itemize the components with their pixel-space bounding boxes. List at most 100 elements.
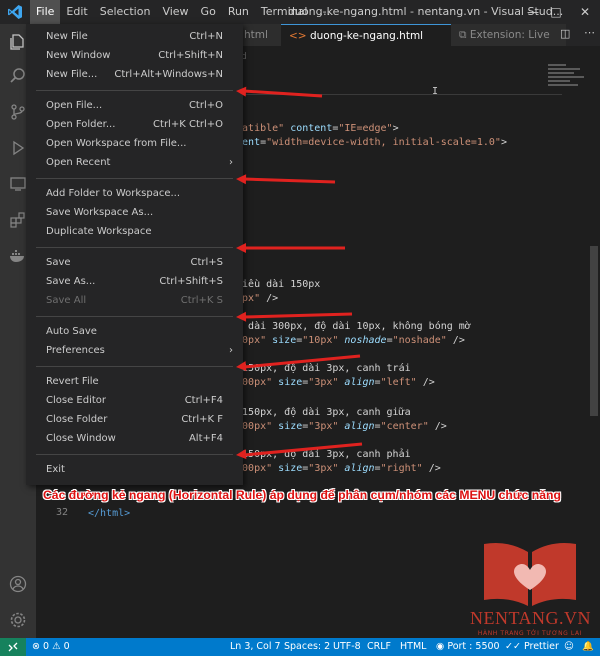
menu-item-revert-file[interactable]: Revert File [26,373,243,391]
tab-extension-live-server[interactable]: ⧉ Extension: Live Server [451,24,566,63]
menu-separator [36,178,233,179]
maximize-button[interactable]: □ [541,0,571,24]
code-line-hr-5: "100px" size="3px" align="right" /> [230,463,441,474]
problems-indicator[interactable]: ⊗ 0 ⚠ 0 [32,638,70,656]
menu-item-shortcut: Ctrl+S [190,257,223,268]
settings-gear-icon[interactable] [6,608,30,632]
menu-item-label: Exit [46,464,65,475]
status-bar: ⊗ 0 ⚠ 0 Ln 3, Col 7 Spaces: 2 UTF-8 CRLF… [0,638,600,656]
warning-icon: ⚠ [52,641,61,652]
prettier-status[interactable]: ✓✓ Prettier [505,638,559,656]
menu-item-save-workspace-as[interactable]: Save Workspace As... [26,204,243,222]
language-mode[interactable]: HTML [400,638,426,656]
menu-item-open-recent[interactable]: Open Recent › [26,154,243,172]
menu-item-close-folder[interactable]: Close Folder Ctrl+K F [26,411,243,429]
menu-item-label: Preferences [46,345,105,356]
menu-item-label: Save Workspace As... [46,207,154,218]
menu-item-shortcut: Ctrl+F4 [184,395,223,406]
menu-separator [36,90,233,91]
broadcast-icon: ◉ [436,641,445,652]
menu-selection[interactable]: Selection [94,0,157,24]
live-server-port[interactable]: ◉ Port : 5500 [436,638,500,656]
menu-item-shortcut: Ctrl+K S [180,295,223,306]
menu-run[interactable]: Run [222,0,255,24]
menu-item-label: New Window [46,50,111,61]
menu-file[interactable]: File [30,0,61,24]
editor-scrollbar[interactable] [590,246,598,416]
nentang-logo: NENTANG.VN HÀNH TRANG TỚI TƯƠNG LAI [470,540,591,650]
menu-item-save[interactable]: Save Ctrl+S [26,254,243,272]
menu-item-label: Save [46,257,71,268]
menu-item-shortcut: Ctrl+O [188,100,223,111]
menu-item-new-file[interactable]: New File... Ctrl+Alt+Windows+N [26,66,243,84]
text-cursor-icon: I [432,86,439,97]
split-editor-icon[interactable]: ◫ [560,27,570,40]
annotation-caption: Các đường kẻ ngang (Horizontal Rule) áp … [43,488,561,502]
menu-go[interactable]: Go [195,0,222,24]
book-heart-logo-icon [484,543,576,606]
menu-item-add-folder-to-workspace[interactable]: Add Folder to Workspace... [26,185,243,203]
menu-item-save-as[interactable]: Save As... Ctrl+Shift+S [26,273,243,291]
menu-item-duplicate-workspace[interactable]: Duplicate Workspace [26,223,243,241]
code-line-hr-3: "100px" size="3px" align="left" /> [230,377,435,388]
html-file-icon: <> [289,30,307,42]
menu-item-preferences[interactable]: Preferences › [26,342,243,360]
menu-item-save-all[interactable]: Save All Ctrl+K S [26,292,243,310]
menu-item-label: Auto Save [46,326,97,337]
menu-item-shortcut: Ctrl+Alt+Windows+N [114,69,223,80]
remote-indicator-icon[interactable] [0,638,26,656]
end-of-line[interactable]: CRLF [367,638,391,656]
menu-item-close-window[interactable]: Close Window Alt+F4 [26,430,243,448]
menu-item-label: Open File... [46,100,103,111]
close-window-button[interactable]: ✕ [570,0,600,24]
error-icon: ⊗ [32,641,40,652]
menu-item-new-file[interactable]: New File Ctrl+N [26,28,243,46]
account-icon[interactable] [6,572,30,596]
tab-duong-ke-ngang[interactable]: <> duong-ke-ngang.html ✕ [281,24,451,64]
code-comment-2: ều dài 300px, độ dài 10px, không bóng mờ [230,321,471,332]
title-bar: File Edit Selection View Go Run Terminal… [0,0,600,24]
menu-item-label: Open Recent [46,157,111,168]
menu-item-shortcut: Ctrl+N [189,31,223,42]
chevron-right-icon: › [229,157,233,168]
menu-item-label: Duplicate Workspace [46,226,152,237]
menu-item-close-editor[interactable]: Close Editor Ctrl+F4 [26,392,243,410]
menu-item-open-folder[interactable]: Open Folder... Ctrl+K Ctrl+O [26,116,243,134]
line-highlight [232,94,562,95]
menu-item-label: Open Folder... [46,119,116,130]
menu-item-open-file[interactable]: Open File... Ctrl+O [26,97,243,115]
menu-separator [36,366,233,367]
code-comment-5: i 150px, độ dài 3px, canh phải [230,449,411,460]
menu-item-open-workspace-from-file[interactable]: Open Workspace from File... [26,135,243,153]
encoding[interactable]: UTF-8 [333,638,361,656]
minimap[interactable] [548,64,588,104]
menu-item-shortcut: Ctrl+K F [181,414,223,425]
menu-item-label: Add Folder to Workspace... [46,188,181,199]
menu-item-auto-save[interactable]: Auto Save [26,323,243,341]
menu-view[interactable]: View [156,0,194,24]
code-line-hr-4: "100px" size="3px" align="center" /> [230,421,447,432]
menu-item-shortcut: Ctrl+K Ctrl+O [153,119,223,130]
menu-item-shortcut: Alt+F4 [188,433,223,444]
code-comment-3: i 150px, độ dài 3px, canh trái [230,363,411,374]
chevron-right-icon: › [229,345,233,356]
notifications-bell-icon[interactable]: 🔔 [582,638,594,656]
indentation[interactable]: Spaces: 2 [284,638,330,656]
line-number-32: 32 [55,507,68,518]
logo-tagline: HÀNH TRANG TỚI TƯƠNG LAI [477,630,583,637]
tab-duong-ke-ngang-label: duong-ke-ngang.html [309,30,424,42]
feedback-icon[interactable]: ☺ [564,638,574,656]
code-comment-4: i 150px, độ dài 3px, canh giữa [230,407,411,418]
menu-item-label: Save As... [46,276,96,287]
code-line-hr-2: 300px" size="10px" noshade="noshade" /> [230,335,465,346]
menu-item-label: Revert File [46,376,99,387]
code-line-meta-viewport: ntent="width=device-width, initial-scale… [230,137,507,148]
menu-edit[interactable]: Edit [60,0,93,24]
cursor-position[interactable]: Ln 3, Col 7 [230,638,281,656]
menu-item-label: Close Window [46,433,116,444]
menu-item-exit[interactable]: Exit [26,461,243,479]
menu-separator [36,316,233,317]
file-menu-dropdown: New File Ctrl+N New Window Ctrl+Shift+N New … [26,24,243,485]
more-actions-icon[interactable]: ⋯ [584,26,595,39]
menu-item-new-window[interactable]: New Window Ctrl+Shift+N [26,47,243,65]
